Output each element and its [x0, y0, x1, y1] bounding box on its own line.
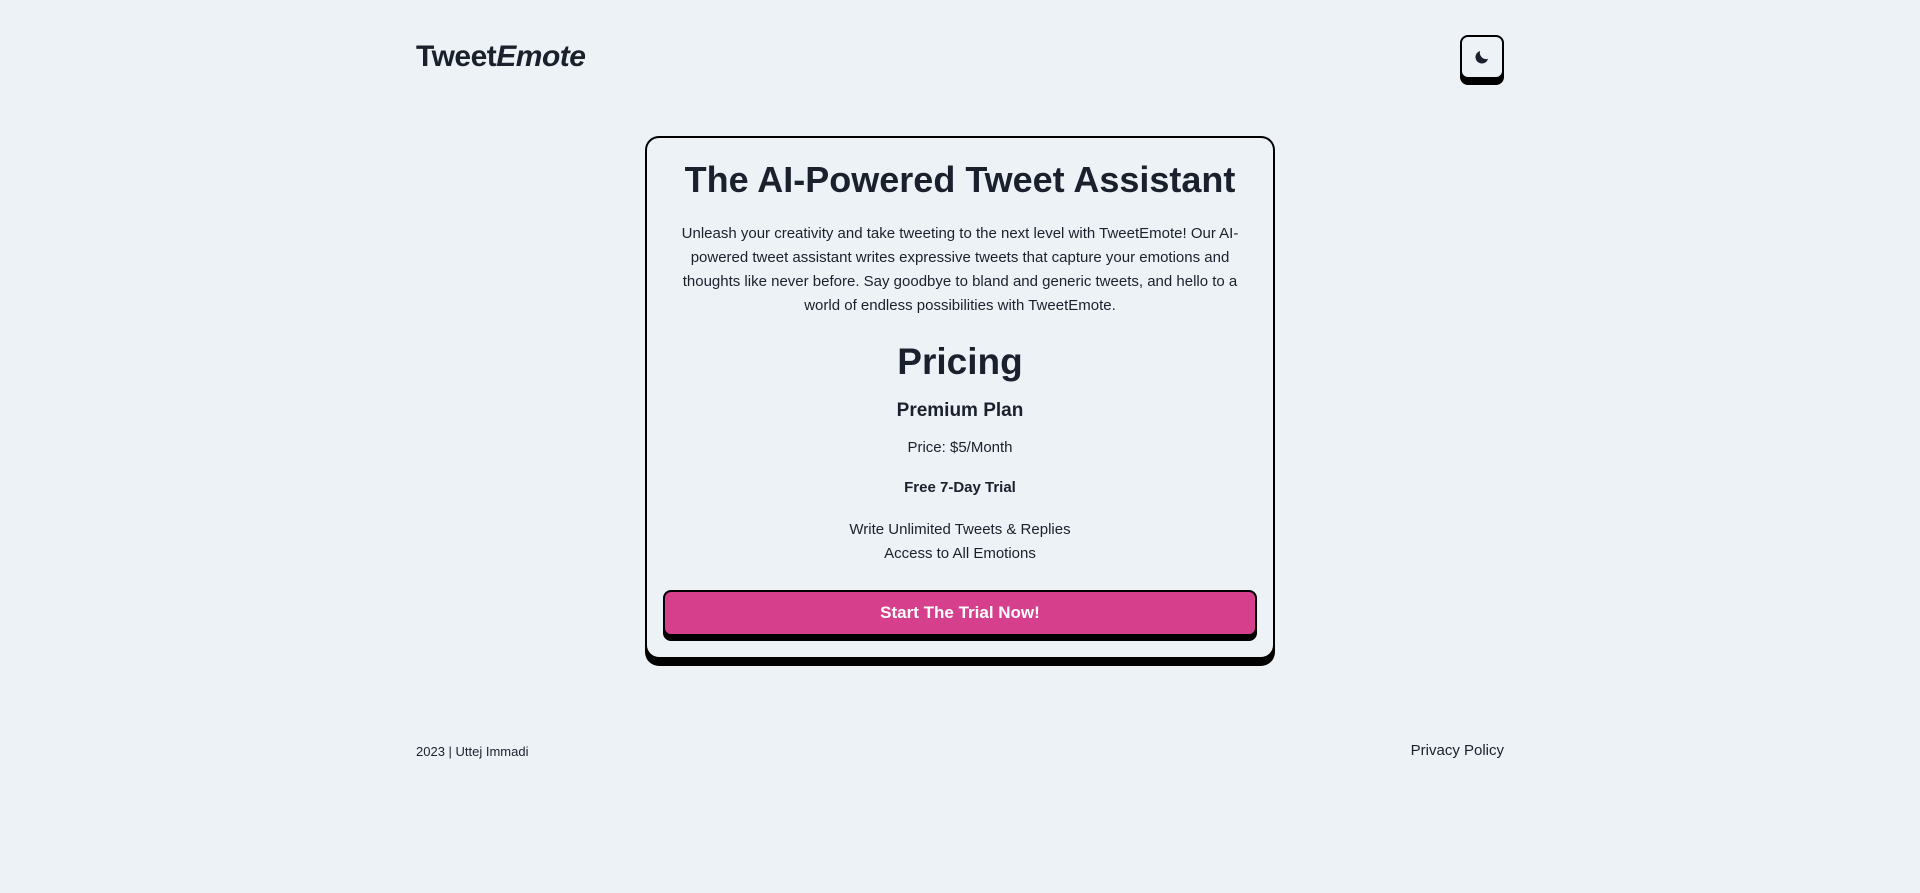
pricing-heading: Pricing: [897, 341, 1023, 382]
feature-item: Write Unlimited Tweets & Replies: [849, 521, 1071, 538]
description: Unleash your creativity and take tweetin…: [681, 225, 1239, 314]
logo-italic: Emote: [496, 40, 586, 73]
feature-item: Access to All Emotions: [884, 545, 1036, 562]
theme-toggle-button[interactable]: [1460, 35, 1504, 79]
logo[interactable]: TweetEmote: [416, 40, 586, 73]
start-trial-button[interactable]: Start The Trial Now!: [663, 590, 1257, 636]
logo-regular: Tweet: [416, 40, 497, 73]
trial-label: Free 7-Day Trial: [904, 479, 1016, 496]
footer-credit: 2023 | Uttej Immadi: [416, 744, 529, 759]
plan-price: Price: $5/Month: [907, 439, 1013, 456]
feature-list: Write Unlimited Tweets & Replies Access …: [647, 518, 1273, 566]
moon-icon: [1475, 51, 1488, 64]
header: TweetEmote: [416, 34, 1504, 92]
footer: 2023 | Uttej Immadi Privacy Policy: [416, 742, 1504, 766]
page-title: The AI-Powered Tweet Assistant: [684, 159, 1236, 200]
pricing-card: The AI-Powered Tweet Assistant Unleash y…: [645, 136, 1275, 659]
plan-name: Premium Plan: [896, 400, 1024, 421]
page: TweetEmote The AI-Powered Tweet Assistan…: [0, 0, 1920, 893]
privacy-policy-link[interactable]: Privacy Policy: [1411, 742, 1504, 759]
